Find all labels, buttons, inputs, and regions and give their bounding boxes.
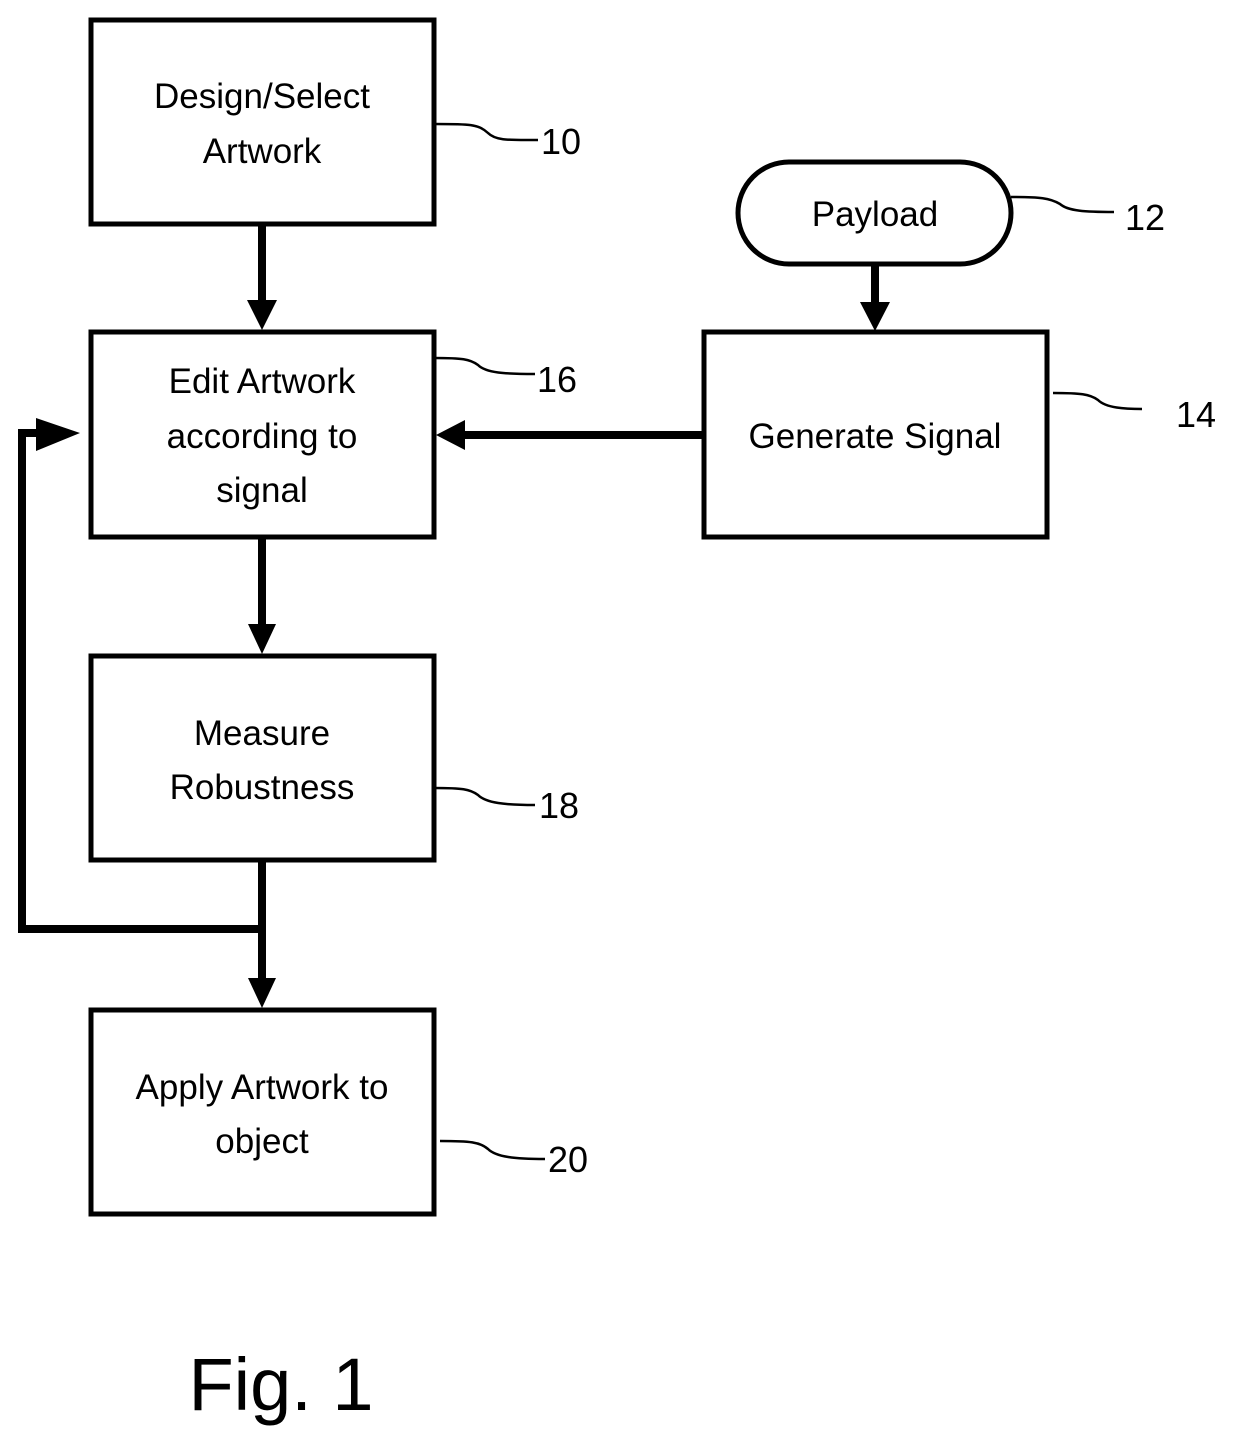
leader-line-20	[439, 1139, 546, 1161]
node-generate-signal: Generate Signal	[701, 329, 1050, 540]
node-design-select-artwork: Design/Select Artwork	[88, 17, 437, 227]
leader-line-18	[433, 786, 536, 807]
arrowhead-feedback-loop	[36, 418, 80, 451]
ref-number-16: 16	[537, 359, 577, 400]
leader-line-12	[1010, 195, 1115, 214]
node-18-line-1: Measure	[194, 714, 330, 753]
figure-caption: Fig. 1	[188, 1343, 373, 1426]
node-18-line-2: Robustness	[170, 768, 355, 807]
arrowhead-12-to-14	[860, 302, 890, 331]
ref-number-14: 14	[1176, 394, 1216, 435]
ref-number-12: 12	[1125, 197, 1165, 238]
leader-line-16	[433, 356, 536, 376]
node-payload: Payload	[735, 159, 1014, 267]
node-16-line-2: according to	[167, 417, 358, 456]
node-measure-robustness: Measure Robustness	[88, 653, 437, 863]
node-16-line-1: Edit Artwork	[169, 362, 356, 401]
arrowhead-18-to-20	[248, 978, 276, 1008]
leader-line-10	[433, 122, 539, 142]
ref-number-10: 10	[541, 121, 581, 162]
node-12-line-1: Payload	[812, 195, 938, 234]
node-14-line-1: Generate Signal	[749, 417, 1002, 456]
node-16-line-3: signal	[216, 471, 307, 510]
node-10-line-1: Design/Select	[154, 77, 370, 116]
node-20-line-2: object	[215, 1122, 309, 1161]
node-20-line-1: Apply Artwork to	[136, 1068, 389, 1107]
arrowhead-16-to-18	[248, 624, 276, 654]
node-edit-artwork: Edit Artwork according to signal	[88, 329, 437, 540]
ref-number-18: 18	[539, 785, 579, 826]
node-10-line-2: Artwork	[203, 132, 322, 171]
arrowhead-14-to-16	[436, 420, 465, 450]
ref-number-20: 20	[548, 1139, 588, 1180]
flowchart-canvas: Design/Select Artwork 10 Payload 12 Gene…	[18, 17, 1216, 1426]
arrowhead-10-to-16	[247, 300, 277, 330]
node-apply-artwork: Apply Artwork to object	[88, 1007, 437, 1217]
leader-line-14	[1052, 391, 1143, 411]
